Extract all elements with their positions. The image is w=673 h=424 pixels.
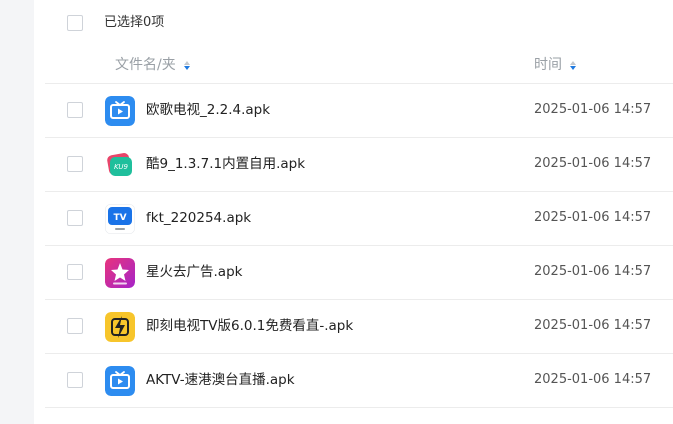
tv-badge-icon: TV: [105, 204, 135, 234]
tv-play-icon: [105, 96, 135, 126]
file-time: 2025-01-06 14:57: [534, 372, 652, 387]
file-time: 2025-01-06 14:57: [534, 318, 652, 333]
ku9-app-icon: KU9: [105, 150, 135, 180]
file-time: 2025-01-06 14:57: [534, 102, 652, 117]
file-list: 欧歌电视_2.2.4.apk 2025-01-06 14:57 KU9 酷9_1…: [45, 84, 673, 408]
selection-bar: 已选择0项: [34, 0, 673, 46]
left-sidebar-strip: [0, 0, 34, 424]
file-time: 2025-01-06 14:57: [534, 156, 652, 171]
file-name[interactable]: 酷9_1.3.7.1内置自用.apk: [146, 154, 305, 174]
file-row[interactable]: TV fkt_220254.apk 2025-01-06 14:57: [45, 192, 673, 246]
xinghuo-star-icon: [105, 258, 135, 288]
file-time: 2025-01-06 14:57: [534, 264, 652, 279]
sort-icon[interactable]: [183, 60, 192, 70]
file-row[interactable]: AKTV-速港澳台直播.apk 2025-01-06 14:57: [45, 354, 673, 408]
row-checkbox[interactable]: [67, 102, 83, 118]
selection-count: 已选择0项: [104, 15, 165, 30]
file-name[interactable]: 即刻电视TV版6.0.1免费看直-.apk: [146, 316, 353, 336]
svg-text:KU9: KU9: [114, 163, 129, 171]
file-name[interactable]: AKTV-速港澳台直播.apk: [146, 370, 295, 390]
file-name[interactable]: 欧歌电视_2.2.4.apk: [146, 100, 270, 120]
file-time: 2025-01-06 14:57: [534, 210, 652, 225]
file-row[interactable]: 即刻电视TV版6.0.1免费看直-.apk 2025-01-06 14:57: [45, 300, 673, 354]
tv-play-icon: [105, 366, 135, 396]
file-row[interactable]: KU9 酷9_1.3.7.1内置自用.apk 2025-01-06 14:57: [45, 138, 673, 192]
sort-icon[interactable]: [570, 60, 578, 70]
file-name[interactable]: fkt_220254.apk: [146, 208, 251, 228]
row-checkbox[interactable]: [67, 372, 83, 388]
file-row[interactable]: 星火去广告.apk 2025-01-06 14:57: [45, 246, 673, 300]
row-checkbox[interactable]: [67, 156, 83, 172]
table-header: 文件名/夹 时间: [45, 46, 673, 84]
column-header-time[interactable]: 时间: [534, 55, 578, 75]
file-name[interactable]: 星火去广告.apk: [146, 262, 242, 282]
column-header-time-label: 时间: [534, 57, 562, 73]
column-header-name[interactable]: 文件名/夹: [115, 55, 192, 75]
svg-text:TV: TV: [113, 213, 126, 223]
lightning-icon: [105, 312, 135, 342]
row-checkbox[interactable]: [67, 264, 83, 280]
row-checkbox[interactable]: [67, 318, 83, 334]
file-row[interactable]: 欧歌电视_2.2.4.apk 2025-01-06 14:57: [45, 84, 673, 138]
column-header-name-label: 文件名/夹: [115, 57, 176, 73]
row-checkbox[interactable]: [67, 210, 83, 226]
select-all-checkbox[interactable]: [67, 15, 83, 31]
